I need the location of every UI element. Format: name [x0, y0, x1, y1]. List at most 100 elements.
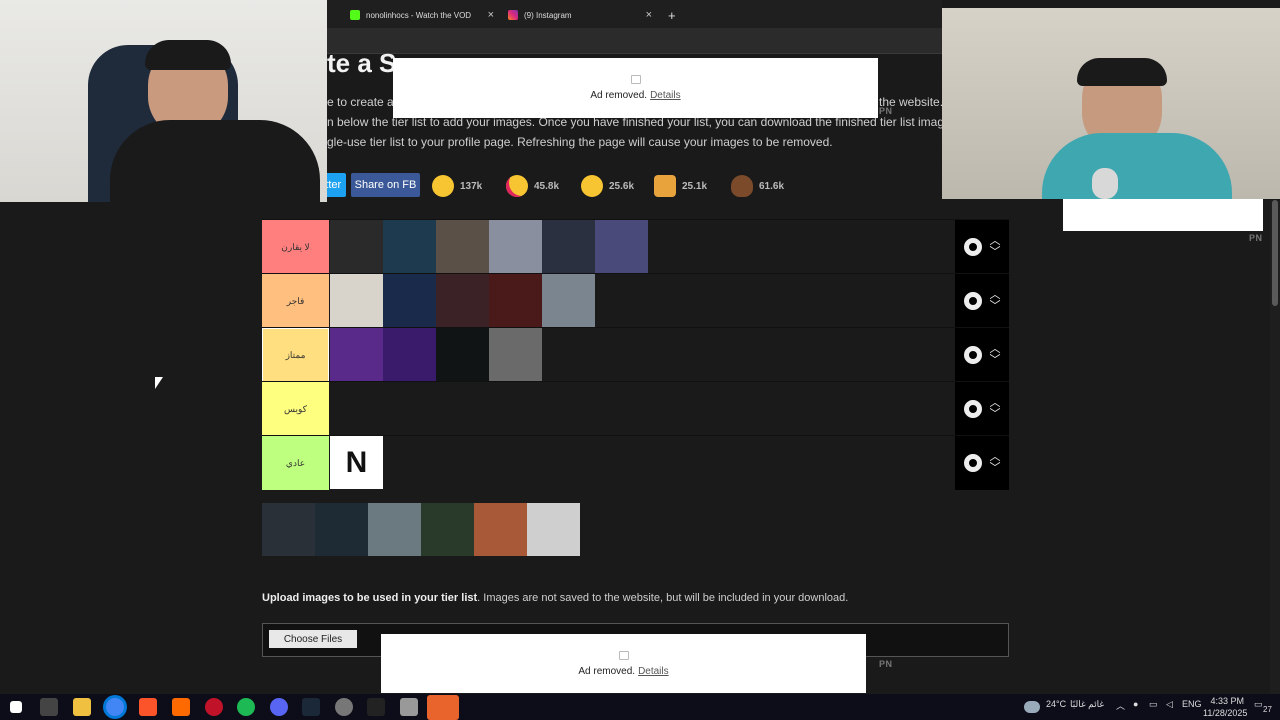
reaction-grin[interactable]: 137k: [432, 171, 482, 201]
tier-image[interactable]: [330, 220, 383, 273]
tab-title: nonolinhocs - Watch the VOD: [366, 10, 472, 20]
brave-icon[interactable]: [139, 698, 157, 716]
file-explorer-icon[interactable]: [73, 698, 91, 716]
laughing-emoji-icon: [581, 175, 603, 197]
app-icon[interactable]: [335, 698, 353, 716]
ad-badge: PN: [879, 659, 893, 669]
tier-image[interactable]: [383, 220, 436, 273]
tab-vod[interactable]: nonolinhocs - Watch the VOD ×: [344, 4, 500, 26]
clock-time[interactable]: 4:33 PM: [1206, 696, 1244, 706]
tier-image[interactable]: [436, 274, 489, 327]
chrome-icon[interactable]: [106, 698, 124, 716]
tier-label[interactable]: كويس: [262, 382, 329, 436]
capcut-icon[interactable]: [367, 698, 385, 716]
ad-details-link[interactable]: Details: [638, 666, 669, 677]
webcam-left: [0, 0, 327, 202]
tier-images: [330, 328, 542, 382]
upload-text: . Images are not saved to the website, b…: [477, 592, 849, 604]
intro-line-3: gle-use tier list to your profile page. …: [327, 135, 833, 149]
pool-image[interactable]: [421, 503, 474, 556]
microphone-icon[interactable]: ●: [1133, 699, 1138, 709]
tier-image[interactable]: [383, 328, 436, 381]
tab-title: (9) Instagram: [524, 10, 572, 20]
tier-label[interactable]: فاجر: [262, 274, 329, 328]
pool-image[interactable]: [474, 503, 527, 556]
language-indicator[interactable]: ENG: [1182, 699, 1202, 709]
reaction-poop[interactable]: 61.6k: [731, 171, 784, 201]
scrollbar-thumb[interactable]: [1272, 200, 1278, 306]
reaction-laughing[interactable]: 25.6k: [581, 171, 634, 201]
microphone: [1092, 168, 1118, 199]
chevron-up-icon[interactable]: ︿: [1116, 699, 1125, 712]
raised-hands-emoji-icon: [654, 175, 676, 197]
clock-date[interactable]: 11/28/2025: [1203, 708, 1247, 718]
close-icon[interactable]: ×: [646, 9, 652, 21]
task-view-icon[interactable]: [40, 698, 58, 716]
reaction-count: 61.6k: [759, 180, 785, 192]
weather-temp: 24°C: [1046, 699, 1067, 709]
windows-start-icon[interactable]: [10, 701, 22, 713]
tier-list: لا يقارن ︿ ﹀ فاجر ︿ ﹀ ممتاز ︿ ﹀ كويس ︿ ﹀…: [262, 219, 1009, 490]
weather-icon: [1024, 701, 1040, 713]
pool-image[interactable]: [315, 503, 368, 556]
chevron-down-icon[interactable]: ﹀: [990, 301, 1001, 312]
tier-image[interactable]: N: [330, 436, 383, 489]
new-tab-button[interactable]: +: [662, 4, 682, 26]
app-icon[interactable]: [172, 698, 190, 716]
pool-image[interactable]: [262, 503, 315, 556]
poop-emoji-icon: [731, 175, 753, 197]
tier-label[interactable]: ممتاز: [262, 328, 329, 382]
app-icon[interactable]: [400, 698, 418, 716]
steam-icon[interactable]: [302, 698, 320, 716]
tier-label[interactable]: عادي: [262, 436, 329, 490]
chevron-down-icon[interactable]: ﹀: [990, 247, 1001, 258]
reaction-heart-eyes[interactable]: 45.8k: [506, 171, 559, 201]
choose-files-button[interactable]: Choose Files: [269, 630, 357, 648]
chevron-down-icon[interactable]: ﹀: [990, 463, 1001, 474]
tier-image[interactable]: [489, 274, 542, 327]
tier-row: كويس ︿ ﹀: [262, 381, 1009, 436]
tier-image[interactable]: [489, 220, 542, 273]
side-ad-badge: PN: [1249, 233, 1263, 243]
tier-image[interactable]: [542, 274, 595, 327]
chevron-down-icon[interactable]: ﹀: [990, 409, 1001, 420]
gear-icon[interactable]: [963, 346, 982, 364]
tier-images: [330, 220, 648, 274]
tier-image[interactable]: [595, 220, 648, 273]
gear-icon[interactable]: [963, 454, 982, 472]
tier-image[interactable]: [330, 328, 383, 381]
tier-image[interactable]: [436, 328, 489, 381]
address-bar[interactable]: [327, 28, 942, 54]
reaction-raised-hands[interactable]: 25.1k: [654, 171, 707, 201]
tier-label[interactable]: لا يقارن: [262, 220, 329, 274]
tier-image[interactable]: [489, 328, 542, 381]
gear-icon[interactable]: [963, 292, 982, 310]
gear-icon[interactable]: [963, 400, 982, 418]
hair: [1077, 58, 1167, 86]
tier-controls: ︿ ﹀: [955, 274, 1009, 328]
ad-text: Ad removed.: [590, 90, 648, 101]
tab-instagram[interactable]: (9) Instagram ×: [502, 4, 658, 26]
tier-images: [330, 274, 595, 328]
chevron-down-icon[interactable]: ﹀: [990, 355, 1001, 366]
tier-images: N: [330, 436, 383, 490]
pool-image[interactable]: [527, 503, 580, 556]
tier-image[interactable]: [436, 220, 489, 273]
tier-image[interactable]: [542, 220, 595, 273]
ad-badge: PN: [879, 106, 893, 116]
discord-icon[interactable]: [270, 698, 288, 716]
tier-image[interactable]: [383, 274, 436, 327]
reaction-count: 137k: [460, 180, 483, 192]
tier-image[interactable]: [330, 274, 383, 327]
notification-icon[interactable]: ▭: [1254, 699, 1263, 710]
network-icon[interactable]: ▭: [1149, 699, 1158, 710]
close-icon[interactable]: ×: [488, 9, 494, 21]
speaker-icon[interactable]: ◁: [1166, 699, 1173, 710]
active-app-icon[interactable]: [427, 695, 459, 720]
ad-details-link[interactable]: Details: [650, 90, 681, 101]
app-icon[interactable]: [205, 698, 223, 716]
gear-icon[interactable]: [963, 238, 982, 256]
share-facebook-button[interactable]: Share on FB: [351, 173, 420, 197]
spotify-icon[interactable]: [237, 698, 255, 716]
pool-image[interactable]: [368, 503, 421, 556]
